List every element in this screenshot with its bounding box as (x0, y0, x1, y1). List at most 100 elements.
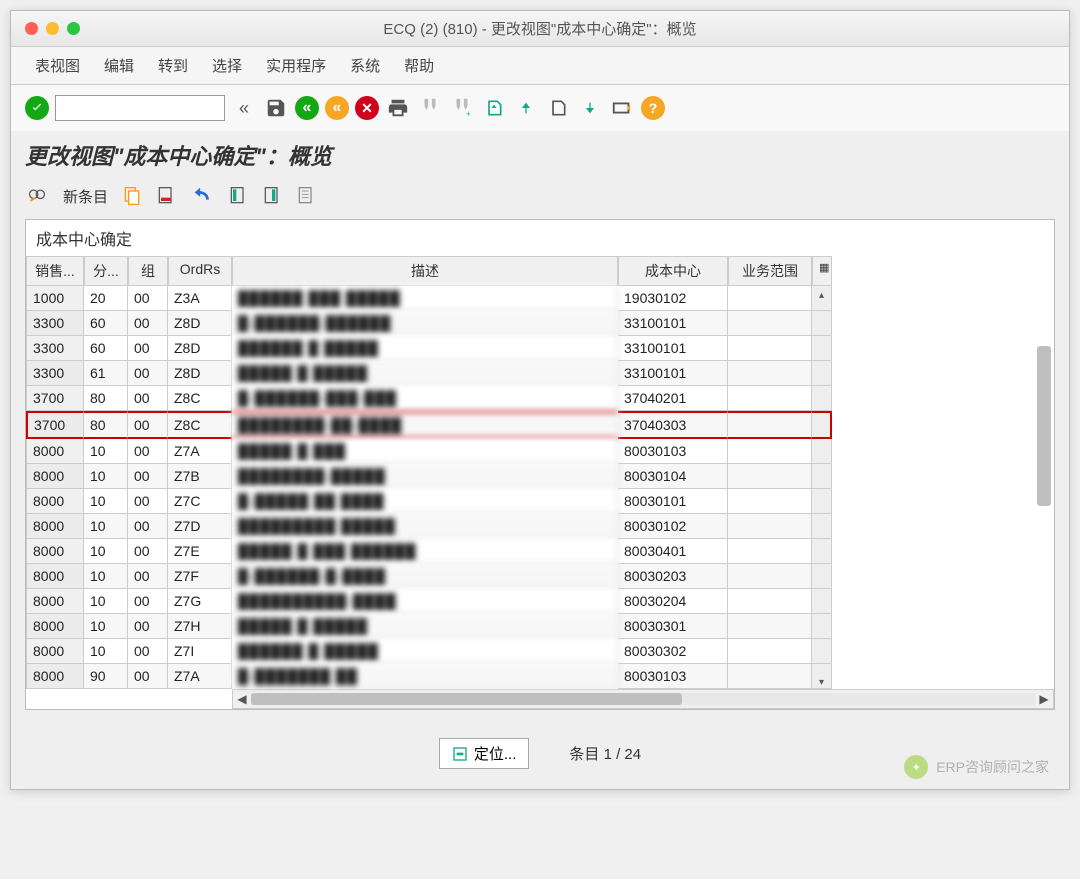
find-next-button[interactable]: + (449, 95, 475, 121)
cell-cost[interactable]: 80030101 (618, 489, 728, 514)
cell-cost[interactable]: 80030104 (618, 464, 728, 489)
v-scroll-gutter[interactable] (812, 614, 832, 639)
cell-desc[interactable]: █-███████ ██ (232, 664, 618, 689)
table-row[interactable]: 80009000Z7A█-███████ ██80030103▾ (26, 664, 1054, 689)
v-scroll-gutter[interactable] (812, 464, 832, 489)
cell-biz[interactable] (728, 311, 812, 336)
cell-sales[interactable]: 8000 (26, 639, 84, 664)
cell-grp[interactable]: 00 (128, 489, 168, 514)
cell-div[interactable]: 10 (84, 489, 128, 514)
cell-ordrs[interactable]: Z7I (168, 639, 232, 664)
cell-biz[interactable] (728, 489, 812, 514)
cell-div[interactable]: 10 (84, 514, 128, 539)
cell-cost[interactable]: 80030103 (618, 439, 728, 464)
table-row[interactable]: 37008000Z8C████████-██-████37040303 (26, 411, 1054, 439)
v-scroll-gutter[interactable] (812, 439, 832, 464)
cell-sales[interactable]: 8000 (26, 564, 84, 589)
h-scroll-thumb[interactable] (251, 693, 682, 705)
last-page-button[interactable] (577, 95, 603, 121)
v-scroll-gutter[interactable] (812, 489, 832, 514)
command-field[interactable] (55, 95, 225, 121)
print-button[interactable] (385, 95, 411, 121)
cell-grp[interactable]: 00 (128, 639, 168, 664)
cell-div[interactable]: 80 (84, 386, 128, 411)
v-scroll-gutter[interactable] (812, 639, 832, 664)
cell-cost[interactable]: 80030302 (618, 639, 728, 664)
close-window-button[interactable] (25, 22, 38, 35)
cell-biz[interactable] (728, 639, 812, 664)
menu-tableview[interactable]: 表视图 (25, 53, 90, 78)
v-scroll-gutter[interactable] (812, 311, 832, 336)
cell-sales[interactable]: 3300 (26, 311, 84, 336)
find-button[interactable] (417, 95, 443, 121)
cell-sales[interactable]: 8000 (26, 439, 84, 464)
cell-biz[interactable] (728, 464, 812, 489)
enter-button[interactable] (25, 96, 49, 120)
scroll-down-icon[interactable]: ▾ (812, 677, 831, 688)
cell-desc[interactable]: ██████████-████ (232, 589, 618, 614)
cell-desc[interactable]: ████████-█████ (232, 464, 618, 489)
cell-cost[interactable]: 80030401 (618, 539, 728, 564)
cell-sales[interactable]: 3300 (26, 361, 84, 386)
table-row[interactable]: 80001000Z7A█████ █ ███80030103 (26, 439, 1054, 464)
prev-page-button[interactable] (513, 95, 539, 121)
undo-button[interactable] (190, 185, 214, 207)
cell-desc[interactable]: █████ █ ███ (232, 439, 618, 464)
cell-ordrs[interactable]: Z7B (168, 464, 232, 489)
cell-desc[interactable]: █████ █ ███ ██████ (232, 539, 618, 564)
scroll-right-icon[interactable]: ▶ (1035, 692, 1053, 706)
cell-desc[interactable]: █████ █ █████ (232, 614, 618, 639)
cell-sales[interactable]: 8000 (26, 464, 84, 489)
v-scroll-gutter[interactable]: ▾ (812, 664, 832, 689)
cell-grp[interactable]: 00 (128, 336, 168, 361)
back-button[interactable]: « (295, 96, 319, 120)
table-row[interactable]: 80001000Z7H█████ █ █████80030301 (26, 614, 1054, 639)
cell-div[interactable]: 60 (84, 311, 128, 336)
table-row[interactable]: 80001000Z7B████████-█████80030104 (26, 464, 1054, 489)
cell-ordrs[interactable]: Z7C (168, 489, 232, 514)
cell-div[interactable]: 10 (84, 639, 128, 664)
cell-div[interactable]: 60 (84, 336, 128, 361)
table-row[interactable]: 37008000Z8C█-██████-███-███37040201 (26, 386, 1054, 411)
cell-cost[interactable]: 37040201 (618, 386, 728, 411)
cell-ordrs[interactable]: Z7A (168, 439, 232, 464)
cell-biz[interactable] (728, 286, 812, 311)
cell-ordrs[interactable]: Z7A (168, 664, 232, 689)
table-row[interactable]: 80001000Z7D█████████ █████80030102 (26, 514, 1054, 539)
cell-div[interactable]: 20 (84, 286, 128, 311)
col-grp[interactable]: 组 (128, 256, 168, 286)
new-entries-button[interactable]: 新条目 (63, 186, 108, 207)
col-cost[interactable]: 成本中心 (618, 256, 728, 286)
v-scroll-gutter[interactable] (812, 336, 832, 361)
menu-system[interactable]: 系统 (340, 53, 390, 78)
cell-grp[interactable]: 00 (128, 514, 168, 539)
cell-grp[interactable]: 00 (128, 664, 168, 689)
cell-desc[interactable]: █-██████-███-███ (232, 386, 618, 411)
menu-edit[interactable]: 编辑 (94, 53, 144, 78)
table-row[interactable]: 80001000Z7G██████████-████80030204 (26, 589, 1054, 614)
cell-grp[interactable]: 00 (128, 564, 168, 589)
cancel-button[interactable]: ✕ (355, 96, 379, 120)
col-sales[interactable]: 销售... (26, 256, 84, 286)
cell-ordrs[interactable]: Z3A (168, 286, 232, 311)
v-scroll-gutter[interactable] (812, 589, 832, 614)
cell-desc[interactable]: █████████ █████ (232, 514, 618, 539)
cell-sales[interactable]: 3300 (26, 336, 84, 361)
cell-sales[interactable]: 8000 (26, 514, 84, 539)
cell-grp[interactable]: 00 (128, 614, 168, 639)
cell-desc[interactable]: ██████ █ █████ (232, 336, 618, 361)
cell-cost[interactable]: 80030203 (618, 564, 728, 589)
v-scroll-gutter[interactable] (812, 564, 832, 589)
table-row[interactable]: 33006100Z8D█████ █ █████33100101 (26, 361, 1054, 386)
cell-desc[interactable]: ██████ ███ █████ (232, 286, 618, 311)
menu-help[interactable]: 帮助 (394, 53, 444, 78)
menu-goto[interactable]: 转到 (148, 53, 198, 78)
v-scroll-gutter[interactable] (812, 514, 832, 539)
cell-div[interactable]: 80 (84, 411, 128, 439)
cell-ordrs[interactable]: Z8D (168, 336, 232, 361)
cell-cost[interactable]: 80030204 (618, 589, 728, 614)
cell-ordrs[interactable]: Z8D (168, 361, 232, 386)
cell-grp[interactable]: 00 (128, 311, 168, 336)
cell-cost[interactable]: 19030102 (618, 286, 728, 311)
cell-biz[interactable] (728, 589, 812, 614)
